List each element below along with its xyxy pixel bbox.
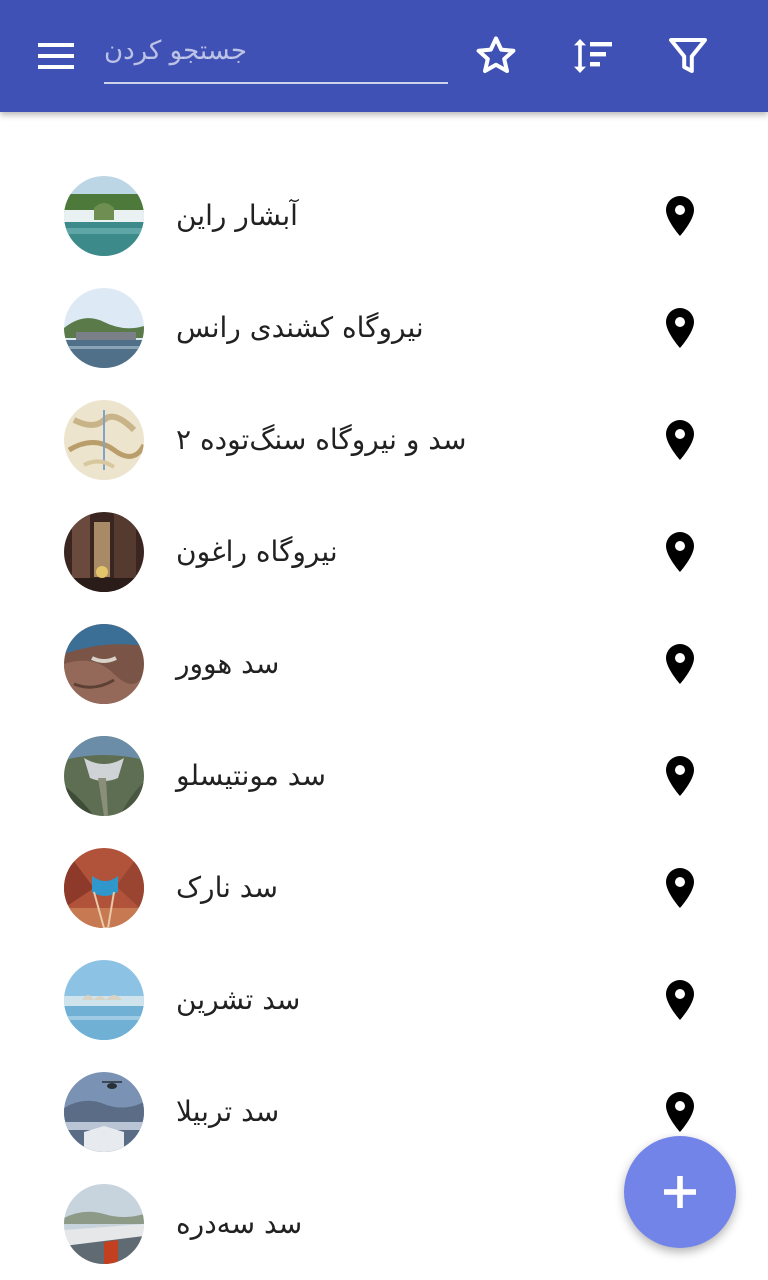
app-bar <box>0 0 768 112</box>
list-item[interactable]: نیروگاه راغون <box>0 496 768 608</box>
location-pin-icon[interactable] <box>656 192 704 240</box>
list-item[interactable]: سد تشرین <box>0 944 768 1056</box>
location-pin-icon[interactable] <box>656 304 704 352</box>
add-button[interactable] <box>624 1136 736 1248</box>
thumbnail-helicopter-dam <box>64 1072 144 1152</box>
location-pin-icon[interactable] <box>656 1088 704 1136</box>
list-item[interactable]: آبشار راین <box>0 160 768 272</box>
location-pin-icon[interactable] <box>656 640 704 688</box>
location-pin-icon[interactable] <box>656 416 704 464</box>
list-item-label: سد و نیروگاه سنگ‌توده ۲ <box>176 423 467 456</box>
thumbnail-three-gorges <box>64 1184 144 1264</box>
thumbnail-tunnel <box>64 512 144 592</box>
thumbnail-dam-aerial <box>64 624 144 704</box>
sort-icon[interactable] <box>568 32 616 80</box>
location-pin-icon[interactable] <box>656 528 704 576</box>
star-icon[interactable] <box>472 32 520 80</box>
list-item[interactable]: سد هوور <box>0 608 768 720</box>
list-item[interactable]: سد نارک <box>0 832 768 944</box>
location-pin-icon[interactable] <box>656 976 704 1024</box>
search-input[interactable] <box>104 26 448 76</box>
thumbnail-canyon-dam <box>64 848 144 928</box>
menu-icon[interactable] <box>38 43 74 69</box>
list-item-label: سد تربیلا <box>176 1095 280 1128</box>
list-item[interactable]: سد و نیروگاه سنگ‌توده ۲ <box>0 384 768 496</box>
thumbnail-map <box>64 400 144 480</box>
list-item-label: سد مونتیسلو <box>176 759 326 792</box>
list-item[interactable]: نیروگاه کشندی رانس <box>0 272 768 384</box>
list-item-label: نیروگاه راغون <box>176 535 338 568</box>
list-item[interactable]: سد مونتیسلو <box>0 720 768 832</box>
location-pin-icon[interactable] <box>656 752 704 800</box>
list-item-label: سد سه‌دره <box>176 1207 303 1240</box>
list-item-label: سد هوور <box>176 647 280 680</box>
list-item-label: نیروگاه کشندی رانس <box>176 311 424 344</box>
search-field[interactable] <box>104 26 448 84</box>
places-list: آبشار راین نیروگاه کشندی رانس سد و نیروگ… <box>0 160 768 1280</box>
thumbnail-waterfall <box>64 176 144 256</box>
list-item-label: سد تشرین <box>176 983 301 1016</box>
thumbnail-arch-dam <box>64 736 144 816</box>
list-item-label: آبشار راین <box>176 199 298 232</box>
plus-icon <box>664 1176 696 1208</box>
thumbnail-misty-lake <box>64 960 144 1040</box>
list-item-label: سد نارک <box>176 871 278 904</box>
filter-icon[interactable] <box>664 32 712 80</box>
thumbnail-tidal-plant <box>64 288 144 368</box>
location-pin-icon[interactable] <box>656 864 704 912</box>
